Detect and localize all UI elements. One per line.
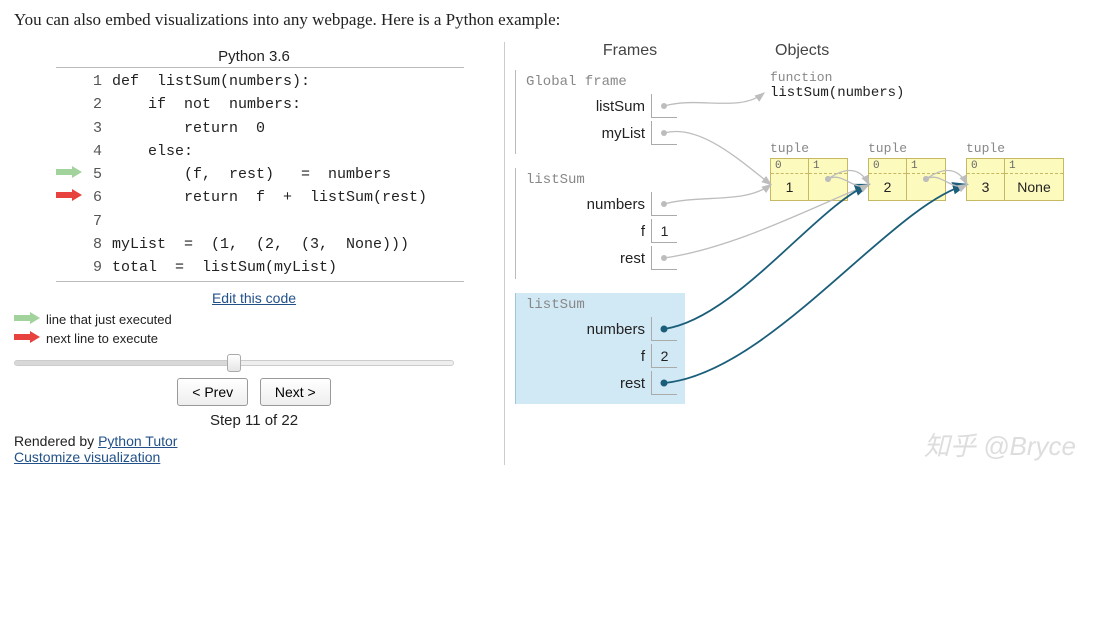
function-label: function <box>770 70 1064 85</box>
code-line: 3 return 0 <box>56 117 464 140</box>
code-line: 5 (f, rest) = numbers <box>56 163 464 186</box>
tuple-object: tuple011 <box>770 141 848 201</box>
code-line: 9total = listSum(myList) <box>56 256 464 279</box>
frame-var: rest <box>526 246 677 270</box>
panel-divider <box>504 42 505 465</box>
tuple-object: tuple031None <box>966 141 1064 201</box>
frame: listSumnumbersf1rest <box>515 168 685 279</box>
next-arrow-icon <box>14 331 40 346</box>
code-line: 1def listSum(numbers): <box>56 70 464 93</box>
prev-arrow-icon <box>14 312 40 327</box>
customize-link[interactable]: Customize visualization <box>14 449 160 465</box>
step-label: Step 11 of 22 <box>14 412 494 429</box>
code-line: 2 if not numbers: <box>56 93 464 116</box>
function-signature: listSum(numbers) <box>770 85 1064 101</box>
watermark: 知乎 @Bryce <box>924 426 1076 463</box>
edit-code-link[interactable]: Edit this code <box>212 290 296 306</box>
step-slider[interactable] <box>14 354 454 372</box>
code-panel: Python 3.6 1def listSum(numbers):2 if no… <box>14 42 494 465</box>
rendered-by: Rendered by Python Tutor <box>14 433 494 449</box>
visualization-panel: Frames Objects Global framelistSummyList… <box>515 42 1086 465</box>
objects-header: Objects <box>745 42 1086 60</box>
legend-next: next line to execute <box>14 331 494 346</box>
frame: Global framelistSummyList <box>515 70 685 154</box>
lead-text: You can also embed visualizations into a… <box>14 10 1086 30</box>
frame-var: numbers <box>526 192 677 216</box>
python-version: Python 3.6 <box>14 48 494 65</box>
frame-var: numbers <box>526 317 677 341</box>
frame: listSumnumbersf2rest <box>515 293 685 404</box>
tuple-object: tuple021 <box>868 141 946 201</box>
next-button[interactable]: Next > <box>260 378 331 406</box>
frames-header: Frames <box>515 42 745 60</box>
code-line: 8myList = (1, (2, (3, None))) <box>56 233 464 256</box>
code-box: 1def listSum(numbers):2 if not numbers:3… <box>56 67 464 282</box>
legend-prev: line that just executed <box>14 312 494 327</box>
python-tutor-link[interactable]: Python Tutor <box>98 433 177 449</box>
prev-button[interactable]: < Prev <box>177 378 248 406</box>
frame-var: f2 <box>526 344 677 368</box>
frame-var: rest <box>526 371 677 395</box>
code-line: 7 <box>56 210 464 233</box>
code-line: 4 else: <box>56 140 464 163</box>
code-line: 6 return f + listSum(rest) <box>56 186 464 209</box>
frame-var: myList <box>526 121 677 145</box>
frame-var: listSum <box>526 94 677 118</box>
frame-var: f1 <box>526 219 677 243</box>
